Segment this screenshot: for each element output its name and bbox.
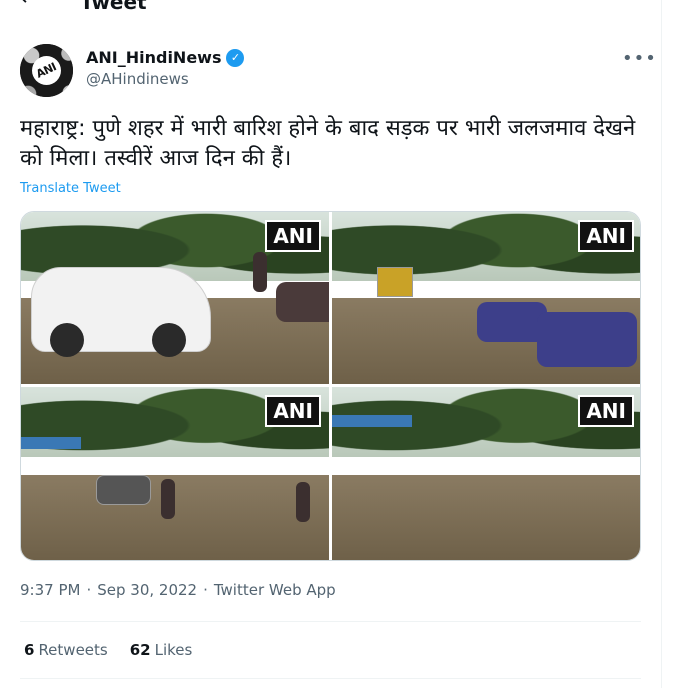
roadside-stall (21, 437, 81, 449)
tweet-source[interactable]: Twitter Web App (214, 581, 336, 599)
scooter (537, 312, 637, 367)
author-display-name[interactable]: ANI_HindiNews (86, 48, 221, 67)
photo-flooded-street-scooters[interactable]: ANI (332, 212, 640, 384)
photo-flooded-street-car[interactable]: ANI (21, 212, 329, 384)
top-bar: ← Tweet (0, 0, 662, 30)
likes-label: Likes (154, 641, 193, 659)
back-arrow-icon[interactable]: ← (20, 0, 38, 11)
divider (20, 678, 641, 679)
avatar-logo-text: ANI (34, 60, 59, 81)
meta-separator: · (203, 581, 208, 599)
avatar[interactable]: ANI (20, 44, 73, 97)
suv (96, 475, 151, 505)
likes-stat[interactable]: 62 Likes (130, 641, 193, 659)
retweets-stat[interactable]: 6 Retweets (24, 641, 108, 659)
white-car (31, 267, 211, 357)
photo-flooded-road-truck[interactable]: ANI (332, 387, 640, 560)
meta-separator: · (86, 581, 92, 599)
ani-logo: ANI (32, 56, 61, 85)
auto-rickshaw (377, 267, 413, 297)
divider (20, 621, 641, 622)
tweet-time[interactable]: 9:37 PM (20, 581, 80, 599)
motorbike (276, 282, 329, 322)
tweet-meta: 9:37 PM · Sep 30, 2022 · Twitter Web App (20, 581, 336, 599)
ani-watermark: ANI (265, 220, 321, 252)
car-wheel (152, 323, 186, 357)
translate-tweet-link[interactable]: Translate Tweet (20, 181, 121, 196)
person-figure (296, 482, 310, 522)
person-figure (253, 252, 267, 292)
retweets-label: Retweets (38, 641, 108, 659)
roadside-stall (332, 415, 412, 427)
person-figure (161, 479, 175, 519)
media-grid: ANI ANI ANI ANI (20, 211, 641, 561)
more-options-icon[interactable]: ••• (622, 48, 657, 69)
photo-water (21, 474, 329, 560)
author-name-row: ANI_HindiNews ✓ (86, 48, 245, 67)
ani-watermark: ANI (578, 220, 634, 252)
tweet-detail-panel: ← Tweet ANI ANI_HindiNews ✓ @AHindinews … (0, 0, 662, 688)
ani-watermark: ANI (578, 395, 634, 427)
tweet-text: महाराष्ट्र: पुणे शहर में भारी बारिश होने… (20, 116, 636, 171)
likes-count: 62 (129, 641, 151, 659)
photo-flooded-road-trees[interactable]: ANI (21, 387, 329, 560)
verified-badge-icon: ✓ (226, 48, 245, 67)
car-wheel (50, 323, 84, 357)
photo-water (332, 474, 640, 560)
tweet-stats: 6 Retweets 62 Likes (24, 641, 192, 659)
ani-watermark: ANI (265, 395, 321, 427)
retweets-count: 6 (24, 641, 35, 659)
page-title: Tweet (80, 0, 147, 14)
author-handle[interactable]: @AHindinews (86, 70, 189, 88)
tweet-date[interactable]: Sep 30, 2022 (97, 581, 197, 599)
